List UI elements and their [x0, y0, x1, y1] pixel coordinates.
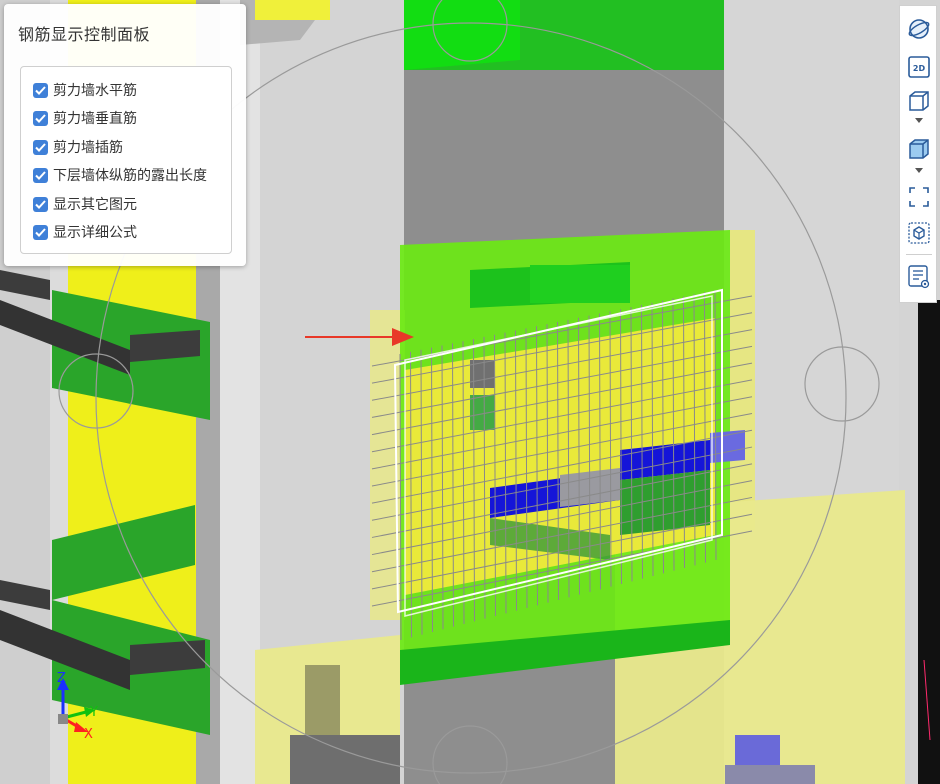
option-label: 剪力墙垂直筋	[53, 111, 137, 127]
option-show-other-elements[interactable]: 显示其它图元	[33, 193, 137, 215]
toolbar-divider	[906, 254, 932, 255]
chevron-down-icon[interactable]	[915, 168, 923, 173]
view-2d-button[interactable]: 2D	[907, 54, 931, 80]
option-label: 剪力墙插筋	[53, 140, 123, 156]
properties-list-button[interactable]	[907, 264, 931, 290]
option-label: 下层墙体纵筋的露出长度	[53, 168, 207, 184]
z-axis-label: Z	[57, 671, 66, 686]
view-toolbar: 2D	[899, 5, 937, 303]
view-2d-icon: 2D	[908, 56, 930, 78]
option-shear-wall-horizontal-rebar[interactable]: 剪力墙水平筋	[33, 79, 137, 101]
fit-view-button[interactable]	[907, 184, 931, 210]
checkbox-checked-icon[interactable]	[33, 82, 48, 98]
properties-list-icon	[908, 265, 930, 289]
option-shear-wall-vertical-rebar[interactable]: 剪力墙垂直筋	[33, 107, 137, 129]
chevron-down-icon[interactable]	[915, 118, 923, 123]
checkbox-checked-icon[interactable]	[33, 196, 48, 212]
checkbox-checked-icon[interactable]	[33, 139, 48, 155]
option-lower-wall-rebar-exposed-length[interactable]: 下层墙体纵筋的露出长度	[33, 164, 207, 186]
svg-text:2D: 2D	[913, 64, 926, 73]
viewport-edge	[918, 300, 940, 784]
panel-title: 钢筋显示控制面板	[18, 25, 151, 44]
wireframe-cube-icon	[909, 91, 929, 111]
fit-view-icon	[909, 187, 929, 207]
option-label: 显示详细公式	[53, 225, 137, 241]
orbit-button[interactable]	[907, 16, 931, 42]
option-show-detailed-formula[interactable]: 显示详细公式	[33, 221, 137, 243]
checkbox-checked-icon[interactable]	[33, 224, 48, 240]
wireframe-view-button[interactable]	[907, 88, 931, 114]
x-axis-label: X	[84, 727, 93, 742]
options-group: 剪力墙水平筋 剪力墙垂直筋 剪力墙插筋 下层墙体纵筋的露出长度 显示其它图元 显…	[20, 66, 232, 254]
isometric-view-button[interactable]	[907, 220, 931, 246]
rebar-display-control-panel: 钢筋显示控制面板 剪力墙水平筋 剪力墙垂直筋 剪力墙插筋 下层墙体纵筋的露出长度…	[4, 4, 246, 266]
solid-cube-icon	[909, 139, 929, 159]
isometric-view-icon	[908, 222, 930, 244]
option-label: 显示其它图元	[53, 197, 137, 213]
orbit-icon	[908, 19, 930, 39]
y-axis-label: Y	[89, 705, 98, 720]
checkbox-checked-icon[interactable]	[33, 167, 48, 183]
option-shear-wall-dowel-rebar[interactable]: 剪力墙插筋	[33, 136, 123, 158]
checkbox-checked-icon[interactable]	[33, 110, 48, 126]
option-label: 剪力墙水平筋	[53, 83, 137, 99]
solid-view-button[interactable]	[907, 136, 931, 162]
